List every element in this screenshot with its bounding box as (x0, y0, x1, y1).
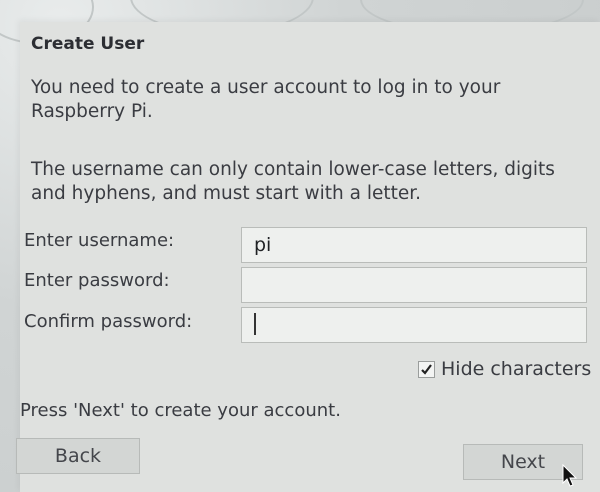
username-label: Enter username: (24, 230, 175, 251)
username-rules-text: The username can only contain lower-case… (31, 159, 555, 204)
confirm-password-input[interactable] (241, 307, 587, 343)
password-input[interactable] (241, 267, 587, 303)
back-button[interactable]: Back (16, 438, 140, 474)
checkmark-icon (421, 363, 432, 375)
hide-characters-toggle[interactable]: Hide characters (418, 358, 591, 380)
hide-characters-label: Hide characters (441, 358, 592, 380)
text-caret (254, 313, 256, 335)
mouse-pointer-icon (562, 464, 578, 487)
username-input[interactable]: pi (241, 227, 587, 263)
dialog-title: Create User (31, 34, 145, 54)
hide-characters-checkbox[interactable] (418, 360, 435, 378)
intro-text: You need to create a user account to log… (31, 77, 501, 122)
password-label: Enter password: (24, 270, 170, 291)
next-hint-text: Press 'Next' to create your account. (20, 400, 341, 421)
create-user-dialog: Create User You need to create a user ac… (16, 22, 600, 492)
confirm-password-label: Confirm password: (24, 311, 193, 332)
